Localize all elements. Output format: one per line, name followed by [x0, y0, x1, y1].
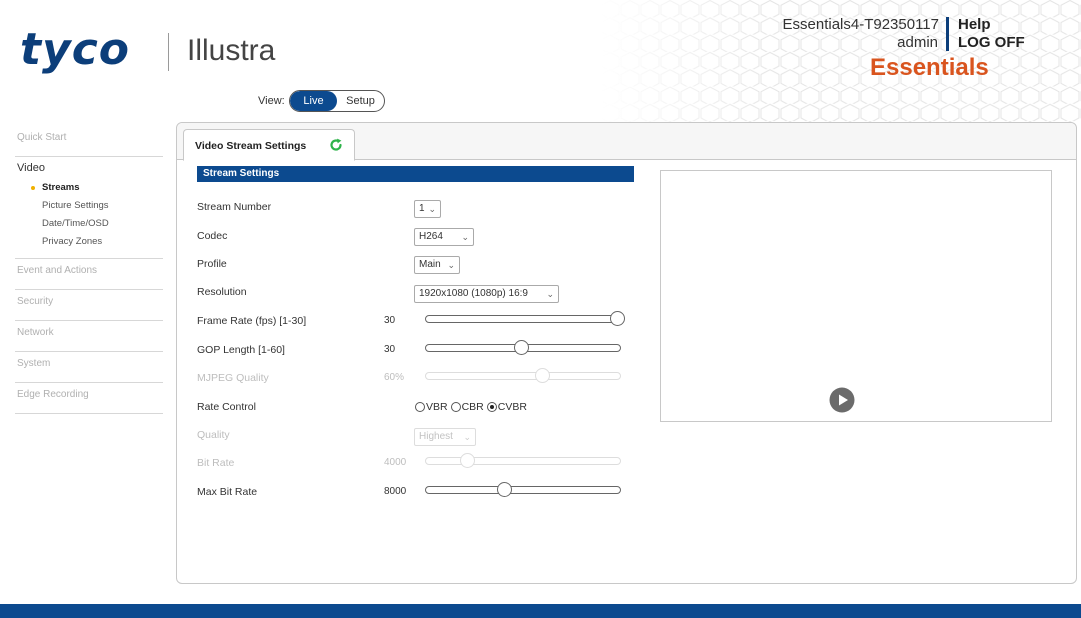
- stream-number-label: Stream Number: [197, 201, 272, 213]
- sidebar-subitem-streams[interactable]: Streams: [15, 179, 163, 197]
- active-bullet-icon: [31, 186, 35, 190]
- tab-label: Video Stream Settings: [195, 140, 307, 152]
- profile-label: Profile: [197, 258, 227, 270]
- help-link[interactable]: Help: [958, 16, 991, 33]
- mjpeg-quality-slider: [425, 368, 621, 383]
- sidebar-nav: Quick Start Video Streams Picture Settin…: [15, 126, 163, 414]
- codec-select[interactable]: H264 ⌄: [414, 228, 474, 246]
- tab-strip: Video Stream Settings: [177, 123, 1076, 161]
- sidebar-subitem-picture-settings[interactable]: Picture Settings: [15, 197, 163, 215]
- refresh-icon[interactable]: [329, 138, 343, 152]
- chevron-down-icon: ⌄: [546, 289, 554, 299]
- radio-circle: [415, 402, 425, 412]
- sidebar-item-event-and-actions[interactable]: Event and Actions: [15, 259, 163, 290]
- radio-label: CBR: [461, 401, 484, 413]
- rate-control-label: Rate Control: [197, 401, 256, 413]
- tab-video-stream-settings[interactable]: Video Stream Settings: [183, 129, 355, 161]
- frame-rate-slider[interactable]: [425, 311, 625, 326]
- slider-thumb[interactable]: [497, 482, 513, 497]
- chevron-down-icon: ⌄: [447, 260, 455, 270]
- header-separator: [946, 17, 949, 51]
- slider-thumb: [459, 453, 475, 468]
- mjpeg-quality-label: MJPEG Quality: [197, 372, 269, 384]
- edition-label: Essentials: [870, 54, 989, 81]
- resolution-select[interactable]: 1920x1080 (1080p) 16:9 ⌄: [414, 285, 559, 303]
- gop-length-label: GOP Length [1-60]: [197, 344, 285, 356]
- slider-thumb[interactable]: [610, 311, 625, 326]
- stream-number-value: 1: [419, 203, 425, 214]
- content-panel: Video Stream Settings Stream Settings St…: [176, 122, 1077, 584]
- frame-rate-label: Frame Rate (fps) [1-30]: [197, 315, 307, 327]
- profile-select[interactable]: Main ⌄: [414, 256, 460, 274]
- tyco-logo: tyco: [20, 24, 131, 75]
- resolution-value: 1920x1080 (1080p) 16:9: [419, 288, 528, 299]
- view-toggle: Live Setup: [289, 90, 385, 112]
- view-setup-button[interactable]: Setup: [337, 91, 384, 111]
- gop-length-value: 30: [384, 344, 396, 355]
- slider-track: [425, 457, 621, 465]
- slider-thumb[interactable]: [514, 340, 530, 355]
- resolution-label: Resolution: [197, 286, 247, 298]
- quality-label: Quality: [197, 429, 230, 441]
- sidebar-item-video[interactable]: Video: [15, 157, 163, 179]
- slider-thumb: [534, 368, 550, 383]
- bit-rate-value: 4000: [384, 457, 407, 468]
- device-name: Essentials4-T92350117: [782, 16, 940, 33]
- slider-track: [425, 486, 621, 494]
- codec-label: Codec: [197, 230, 228, 242]
- quality-select: Highest ⌄: [414, 428, 476, 446]
- footer-bar: [0, 604, 1081, 618]
- gop-length-slider[interactable]: [425, 340, 621, 355]
- sidebar-item-security[interactable]: Security: [15, 290, 163, 321]
- max-bit-rate-value: 8000: [384, 486, 407, 497]
- slider-track: [425, 372, 621, 380]
- stream-number-select[interactable]: 1 ⌄: [414, 200, 441, 218]
- rate-control-cbr-radio[interactable]: CBR: [450, 401, 484, 413]
- view-live-button[interactable]: Live: [290, 91, 337, 111]
- logo-divider: [168, 33, 169, 71]
- sidebar-item-system[interactable]: System: [15, 352, 163, 383]
- sidebar-subitem-privacy-zones[interactable]: Privacy Zones: [15, 233, 163, 251]
- chevron-down-icon: ⌄: [461, 232, 469, 242]
- logoff-link[interactable]: LOG OFF: [958, 34, 1025, 51]
- chevron-down-icon: ⌄: [463, 432, 471, 442]
- sidebar-item-edge-recording[interactable]: Edge Recording: [15, 383, 163, 414]
- radio-label: VBR: [426, 401, 448, 413]
- frame-rate-value: 30: [384, 315, 396, 326]
- bit-rate-slider: [425, 453, 621, 468]
- play-icon[interactable]: [829, 387, 855, 413]
- illustra-logo: Illustra: [187, 34, 276, 67]
- max-bit-rate-label: Max Bit Rate: [197, 486, 258, 498]
- view-label: View:: [258, 95, 285, 107]
- sidebar-item-network[interactable]: Network: [15, 321, 163, 352]
- sidebar-item-quick-start[interactable]: Quick Start: [15, 126, 163, 157]
- chevron-down-icon: ⌄: [428, 204, 436, 214]
- max-bit-rate-slider[interactable]: [425, 482, 621, 497]
- slider-track: [425, 315, 621, 323]
- codec-value: H264: [419, 231, 443, 242]
- video-preview: [660, 170, 1052, 422]
- quality-value: Highest: [419, 431, 453, 442]
- user-name: admin: [897, 34, 938, 51]
- header: tyco Illustra Essentials4-T92350117 admi…: [0, 0, 1081, 122]
- radio-label: CVBR: [497, 401, 527, 413]
- bit-rate-label: Bit Rate: [197, 457, 235, 469]
- rate-control-cvbr-radio[interactable]: CVBR: [486, 401, 527, 413]
- radio-circle-checked: [486, 402, 497, 412]
- mjpeg-quality-value: 60%: [384, 372, 405, 383]
- profile-value: Main: [419, 259, 441, 270]
- rate-control-radio-group: VBR CBR CVBR: [415, 401, 530, 413]
- radio-circle: [450, 402, 461, 412]
- rate-control-vbr-radio[interactable]: VBR: [415, 401, 448, 413]
- sidebar-divider: [15, 251, 163, 259]
- sidebar-subitem-label: Streams: [42, 182, 80, 193]
- sidebar-subitem-date-time-osd[interactable]: Date/Time/OSD: [15, 215, 163, 233]
- stream-settings-header: Stream Settings: [197, 166, 634, 182]
